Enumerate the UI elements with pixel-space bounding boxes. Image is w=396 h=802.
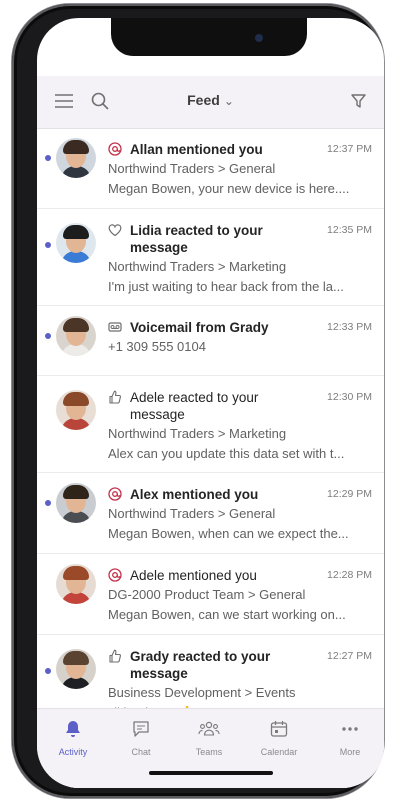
- feed-item[interactable]: Lidia reacted to your message 12:35 PM Nor…: [37, 209, 384, 306]
- bottom-tab-bar: Activity Chat Teams Calendar More: [37, 708, 384, 788]
- feed-item-preview: Megan Bowen, your new device is here....: [108, 181, 350, 196]
- feed-item-title: Lidia reacted to your message: [130, 223, 263, 255]
- tab-label: Calendar: [260, 747, 298, 757]
- unread-dot: [45, 668, 51, 674]
- avatar: [56, 649, 96, 689]
- avatar: [56, 223, 96, 263]
- feed-item-preview: Megan Bowen, when can we expect the...: [108, 526, 349, 541]
- chevron-down-icon: ⌄: [223, 94, 234, 108]
- calendar-icon: [269, 721, 289, 743]
- voicemail-icon: [108, 320, 122, 334]
- feed-dropdown[interactable]: Feed ⌄: [37, 92, 384, 108]
- feed-item[interactable]: Adele reacted to your message 12:30 PM Nor…: [37, 376, 384, 473]
- feed-item-context: Business Development > Events: [108, 685, 296, 700]
- tab-teams[interactable]: Teams: [179, 719, 239, 757]
- feed-item-time: 12:27 PM: [327, 650, 372, 662]
- feed-item-context: +1 309 555 0104: [108, 339, 206, 354]
- top-bar: Feed ⌄: [37, 76, 384, 129]
- tab-calendar[interactable]: Calendar: [249, 719, 309, 757]
- tab-label: Activity: [58, 747, 88, 757]
- camera-icon: [255, 34, 263, 42]
- avatar: [56, 316, 96, 356]
- feed-item-time: 12:37 PM: [327, 143, 372, 155]
- feed-item-title: Grady reacted to your message: [130, 649, 271, 681]
- tab-label: Teams: [195, 747, 223, 757]
- filter-icon[interactable]: [351, 94, 366, 114]
- feed-item[interactable]: Allan mentioned you 12:37 PM Northwind Tra…: [37, 128, 384, 209]
- thumbs-up-icon: [108, 649, 122, 663]
- chat-icon: [131, 721, 151, 743]
- feed-item-time: 12:28 PM: [327, 569, 372, 581]
- home-indicator: [149, 771, 273, 775]
- phone-notch: [111, 18, 307, 56]
- feed-item-title: Voicemail from Grady: [130, 320, 269, 335]
- feed-item[interactable]: Adele mentioned you 12:28 PM DG-2000 Produ…: [37, 554, 384, 635]
- feed-item-time: 12:29 PM: [327, 488, 372, 500]
- unread-dot: [45, 500, 51, 506]
- unread-dot: [45, 155, 51, 161]
- tab-more[interactable]: More: [320, 719, 380, 757]
- more-icon: [340, 726, 360, 743]
- tab-label: Chat: [131, 747, 151, 757]
- feed-item-title: Alex mentioned you: [130, 487, 259, 502]
- tab-label: More: [339, 747, 361, 757]
- avatar: [56, 390, 96, 430]
- tab-activity[interactable]: Activity: [43, 719, 103, 757]
- feed-item-time: 12:30 PM: [327, 391, 372, 403]
- avatar: [56, 564, 96, 604]
- feed-item-context: Northwind Traders > General: [108, 506, 276, 521]
- feed-item-title: Adele mentioned you: [130, 568, 257, 583]
- app-screen: Feed ⌄ Allan mentioned you 12:37 PM Northwi…: [37, 18, 384, 788]
- feed-item-context: Northwind Traders > General: [108, 161, 276, 176]
- feed-item-time: 12:33 PM: [327, 321, 372, 333]
- feed-item[interactable]: Voicemail from Grady 12:33 PM +1 309 555 0…: [37, 306, 384, 376]
- feed-item-preview: I'm just waiting to hear back from the l…: [108, 279, 344, 294]
- unread-dot: [45, 333, 51, 339]
- feed-item-context: Northwind Traders > Marketing: [108, 259, 287, 274]
- feed-item-context: DG-2000 Product Team > General: [108, 587, 306, 602]
- feed-title: Feed: [187, 92, 220, 108]
- mention-icon: [108, 142, 122, 156]
- feed-item-preview: Megan Bowen, can we start working on...: [108, 607, 346, 622]
- thumbs-up-icon: [108, 390, 122, 404]
- feed-item[interactable]: Alex mentioned you 12:29 PM Northwind Trad…: [37, 473, 384, 554]
- heart-icon: [108, 223, 122, 237]
- teams-icon: [198, 721, 220, 743]
- mention-icon: [108, 568, 122, 582]
- avatar: [56, 483, 96, 523]
- unread-dot: [45, 242, 51, 248]
- feed-item-title: Allan mentioned you: [130, 142, 263, 157]
- tab-chat[interactable]: Chat: [111, 719, 171, 757]
- activity-feed-list: Allan mentioned you 12:37 PM Northwind Tra…: [37, 128, 384, 732]
- feed-item-preview: Alex can you update this data set with t…: [108, 446, 345, 461]
- mention-icon: [108, 487, 122, 501]
- feed-item-context: Northwind Traders > Marketing: [108, 426, 287, 441]
- feed-item-title: Adele reacted to your message: [130, 390, 259, 422]
- feed-item-time: 12:35 PM: [327, 224, 372, 236]
- bell-icon: [63, 721, 83, 743]
- avatar: [56, 138, 96, 178]
